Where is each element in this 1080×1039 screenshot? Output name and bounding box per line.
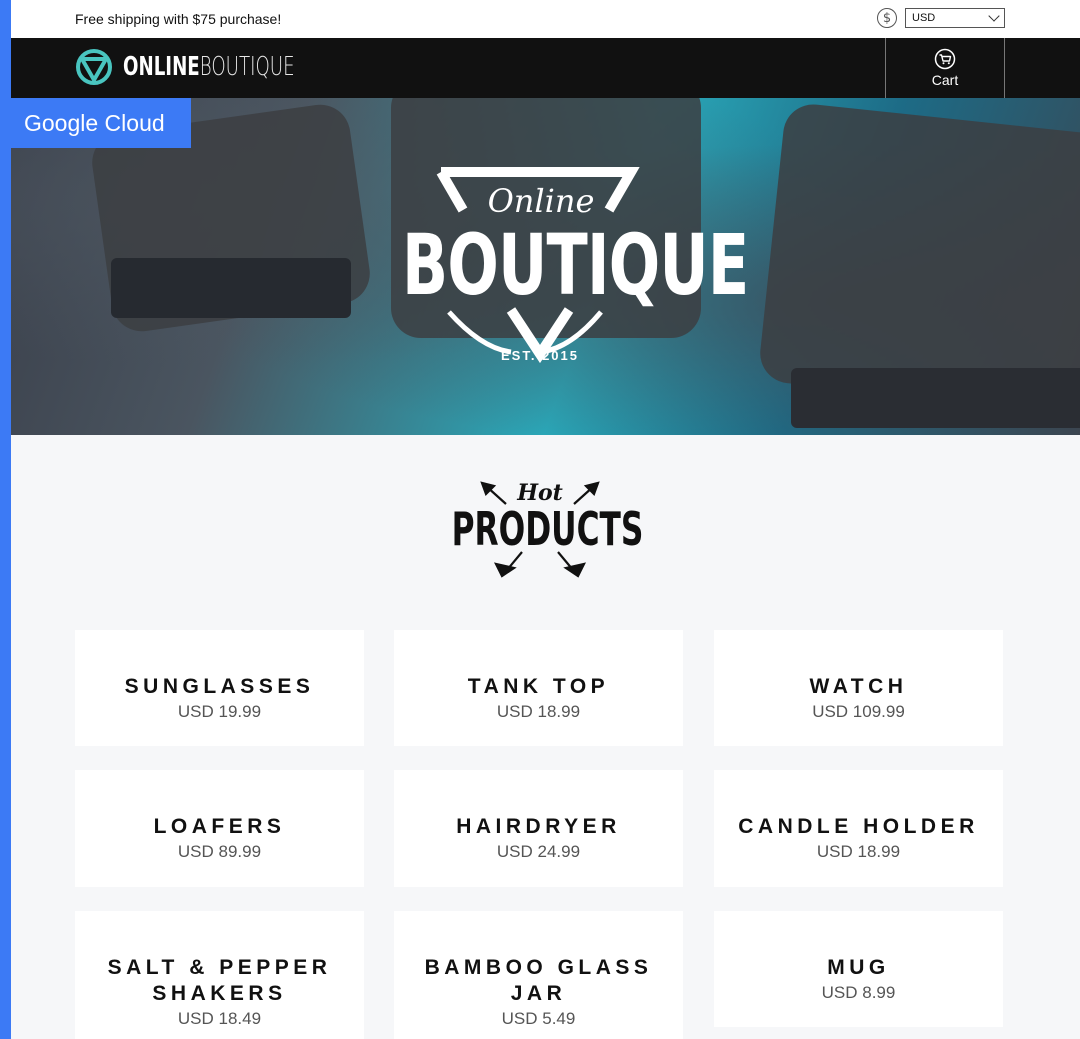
product-card[interactable]: BAMBOO GLASS JAR USD 5.49 bbox=[394, 911, 683, 1039]
product-price: USD 24.99 bbox=[496, 842, 581, 861]
dollar-circle-icon: $ bbox=[877, 8, 897, 28]
hero-script-text: Online bbox=[487, 182, 595, 220]
shipping-banner-text: Free shipping with $75 purchase! bbox=[75, 11, 282, 27]
product-name: WATCH bbox=[809, 675, 908, 698]
cart-icon bbox=[934, 48, 956, 70]
cart-label: Cart bbox=[931, 72, 959, 88]
product-price: USD 18.99 bbox=[816, 842, 901, 861]
product-card[interactable]: SALT & PEPPER SHAKERS USD 18.49 bbox=[75, 911, 364, 1039]
product-card[interactable]: HAIRDRYER USD 24.99 bbox=[394, 770, 683, 887]
product-card[interactable]: LOAFERS USD 89.99 bbox=[75, 770, 364, 887]
product-price: USD 89.99 bbox=[177, 842, 262, 861]
cart-button[interactable]: Cart bbox=[885, 38, 1005, 98]
product-price: USD 8.99 bbox=[821, 983, 896, 1002]
products-main-text: PRODUCTS bbox=[451, 502, 644, 556]
product-name: BAMBOO GLASS JAR bbox=[424, 956, 653, 1005]
product-price: USD 18.99 bbox=[496, 702, 581, 721]
product-price: USD 18.49 bbox=[177, 1009, 262, 1028]
product-price: USD 5.49 bbox=[501, 1009, 576, 1028]
product-name: SUNGLASSES bbox=[124, 675, 315, 698]
product-card[interactable]: WATCH USD 109.99 bbox=[714, 630, 1003, 746]
google-cloud-badge[interactable]: Google Cloud bbox=[0, 98, 191, 148]
currency-value: USD bbox=[912, 12, 936, 24]
hero-main-text: BOUTIQUE bbox=[402, 216, 749, 314]
product-name: MUG bbox=[827, 956, 890, 979]
hot-products-heading: Hot PRODUCTS bbox=[450, 480, 644, 590]
main-header: ONLINEBOUTIQUE Cart bbox=[11, 38, 1080, 98]
product-name: TANK TOP bbox=[467, 675, 610, 698]
product-card[interactable]: MUG USD 8.99 bbox=[714, 911, 1003, 1027]
logo-wordmark: ONLINEBOUTIQUE bbox=[123, 52, 295, 82]
site-logo[interactable]: ONLINEBOUTIQUE bbox=[75, 48, 368, 86]
product-card[interactable]: SUNGLASSES USD 19.99 bbox=[75, 630, 364, 746]
product-price: USD 109.99 bbox=[812, 702, 905, 721]
product-card[interactable]: CANDLE HOLDER USD 18.99 bbox=[714, 770, 1003, 887]
left-accent-strip bbox=[0, 0, 11, 1039]
currency-selector: $ USD bbox=[877, 8, 1005, 28]
product-price: USD 19.99 bbox=[177, 702, 262, 721]
product-name: CANDLE HOLDER bbox=[738, 815, 979, 838]
hero-banner: Online BOUTIQUE EST. 2015 bbox=[11, 98, 1080, 435]
product-name: HAIRDRYER bbox=[456, 815, 621, 838]
logo-mark-icon bbox=[76, 49, 112, 85]
product-name: LOAFERS bbox=[153, 815, 286, 838]
hero-est-text: EST. 2015 bbox=[501, 348, 579, 363]
currency-dropdown[interactable]: USD bbox=[905, 8, 1005, 28]
chevron-down-icon bbox=[988, 10, 1000, 22]
product-card[interactable]: TANK TOP USD 18.99 bbox=[394, 630, 683, 746]
product-name: SALT & PEPPER SHAKERS bbox=[107, 956, 332, 1005]
top-bar: Free shipping with $75 purchase! $ USD bbox=[11, 0, 1080, 38]
